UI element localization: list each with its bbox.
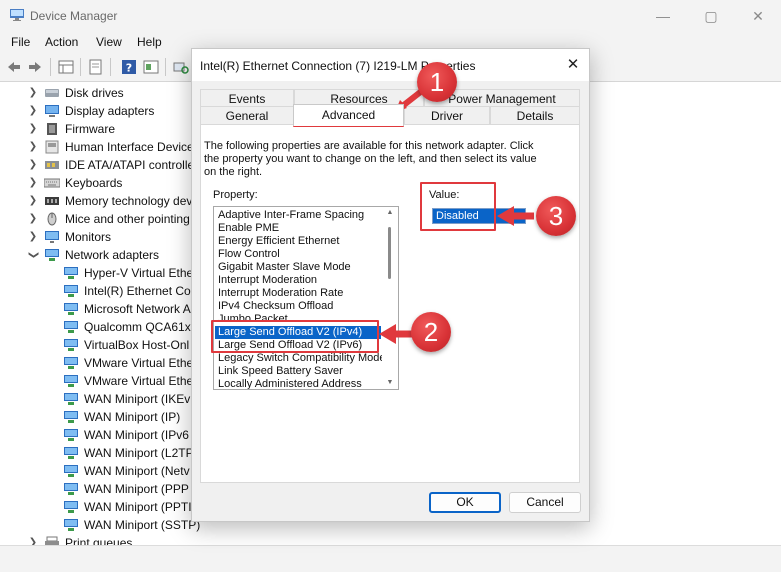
tab-advanced[interactable]: Advanced [293, 104, 404, 126]
annotation-arrows [379, 87, 534, 344]
step-badge-1: 1 [417, 62, 457, 102]
arrow-3 [497, 206, 534, 226]
tab-label: Advanced [321, 108, 376, 122]
arrow-2 [379, 324, 415, 344]
step-badge-2: 2 [411, 312, 451, 352]
step-badge-3: 3 [536, 196, 576, 236]
